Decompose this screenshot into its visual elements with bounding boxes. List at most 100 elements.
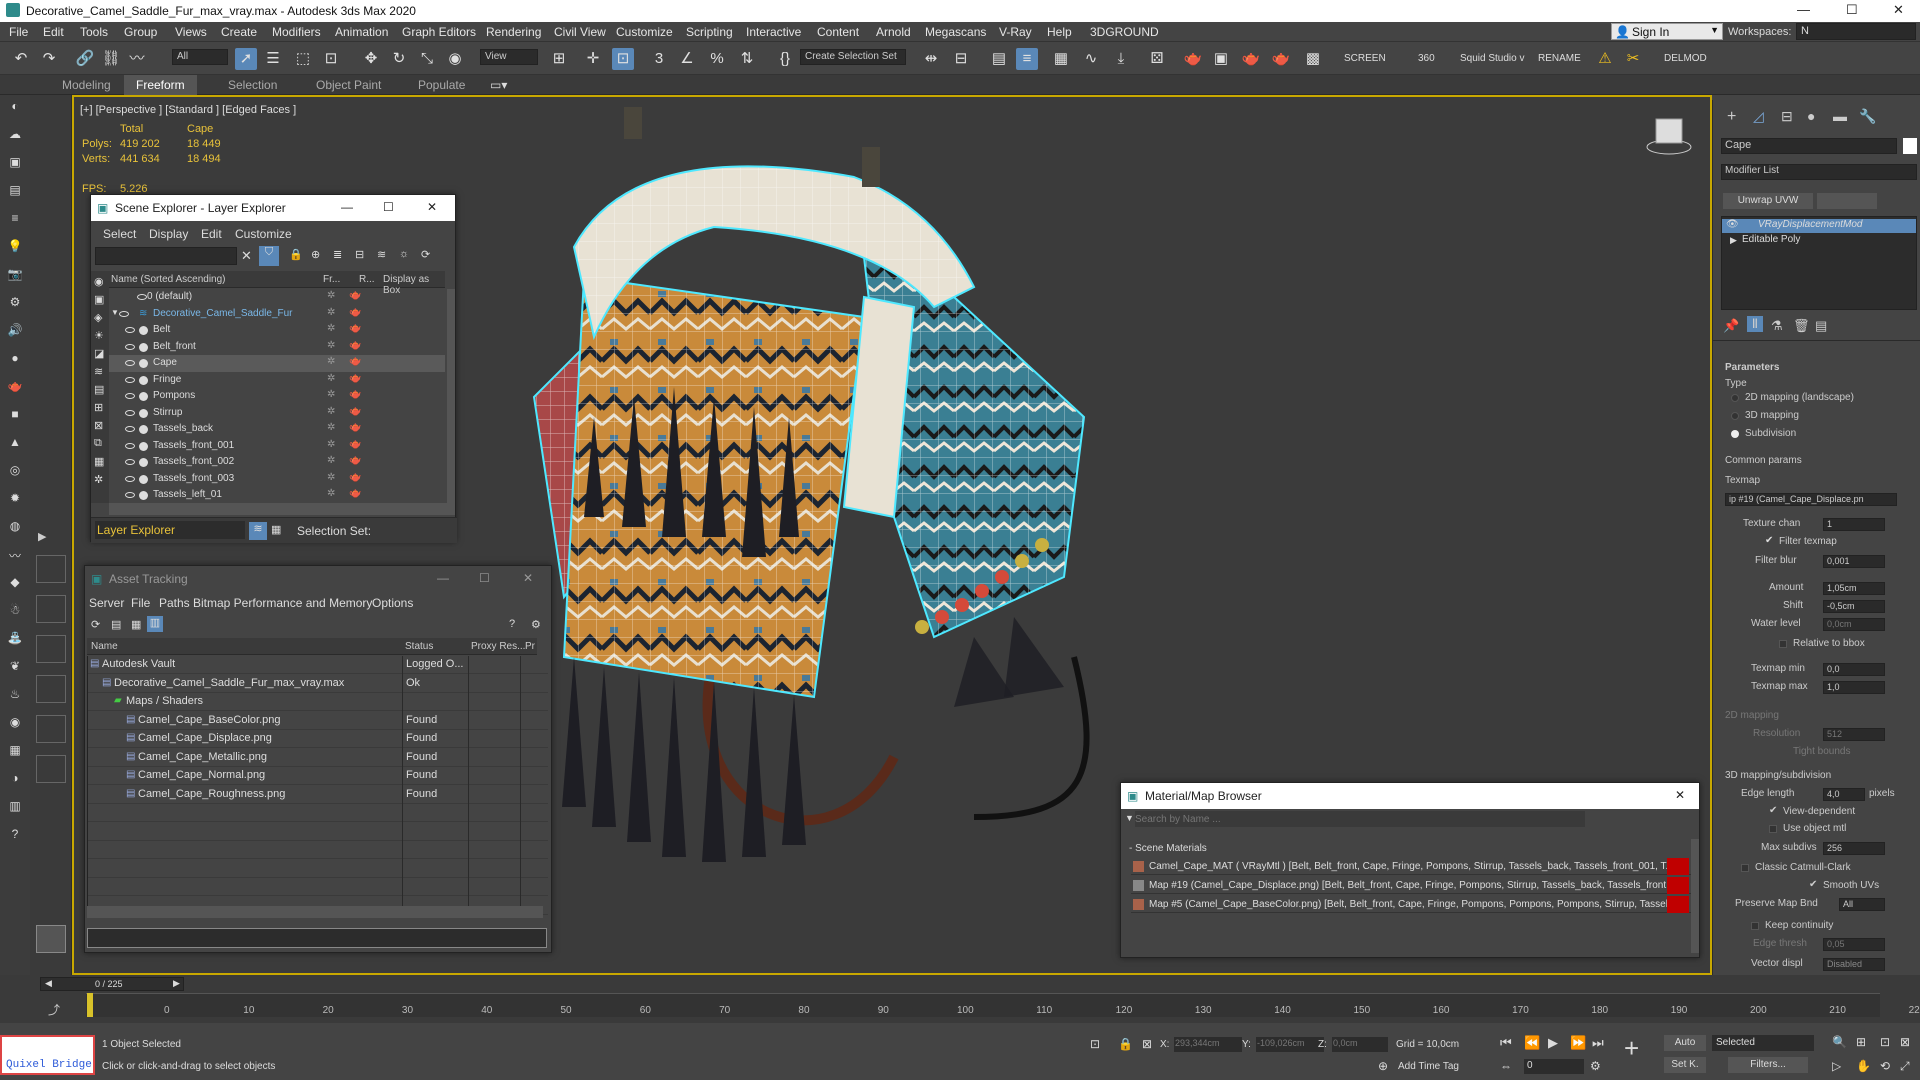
isolate-icon[interactable]: ⊡ — [1090, 1037, 1100, 1051]
goto-start-icon[interactable]: ⏮ — [1500, 1035, 1512, 1051]
layer-explorer-toggle-icon[interactable]: ≡ — [1016, 48, 1038, 70]
show-end-result-icon[interactable]: Ⅱ — [1747, 316, 1763, 332]
visibility-eye-icon[interactable] — [125, 343, 135, 350]
box-icon[interactable]: ■ — [6, 407, 24, 425]
prev-key-icon[interactable]: ⏪ — [1524, 1035, 1540, 1051]
object-row[interactable]: Pompons ✲ 🫖 — [109, 388, 445, 405]
play-icon[interactable]: ▶ — [1548, 1035, 1558, 1051]
asset-row[interactable]: ▤ Camel_Cape_Normal.png Found — [88, 767, 548, 785]
window-crossing-icon[interactable]: ⊡ — [320, 48, 342, 70]
percent-snap-icon[interactable]: % — [706, 48, 728, 70]
reference-coord-dropdown[interactable]: View — [480, 49, 538, 65]
asset-path-field[interactable] — [87, 928, 547, 948]
leaf-icon[interactable]: ❦ — [6, 659, 24, 677]
fountain-icon[interactable]: ⛲ — [6, 631, 24, 649]
rename-button[interactable]: RENAME — [1538, 53, 1581, 64]
key-filters-button[interactable]: Filters... — [1728, 1057, 1808, 1073]
menu-civil-view[interactable]: Civil View — [554, 25, 606, 39]
select-manipulate-icon[interactable]: ✛ — [582, 48, 604, 70]
next-key-icon[interactable]: ⏩ — [1570, 1035, 1586, 1051]
render-production-icon[interactable]: 🫖 — [1240, 48, 1262, 70]
object-row[interactable]: Stirrup ✲ 🫖 — [109, 405, 445, 422]
render-teapot-icon[interactable]: 🫖 — [349, 290, 361, 301]
list-icon[interactable]: ≡ — [6, 211, 24, 229]
fov-icon[interactable]: ▷ — [1832, 1059, 1841, 1073]
texmap-min-spinner[interactable]: 0,0 — [1823, 663, 1885, 676]
render-teapot-icon[interactable]: 🫖 — [349, 422, 361, 433]
minimize-button[interactable]: — — [1797, 2, 1810, 17]
radio-2d-mapping[interactable] — [1731, 394, 1739, 402]
keyboard-shortcut-icon[interactable]: ⊡ — [612, 48, 634, 70]
object-row[interactable]: Fringe ✲ 🫖 — [109, 372, 445, 389]
side-light-icon[interactable]: ☀ — [94, 329, 104, 342]
browser-scrollbar[interactable] — [1691, 839, 1699, 953]
freeze-icon[interactable]: ✲ — [327, 323, 335, 334]
list-view-icon[interactable]: ▤ — [111, 618, 121, 631]
explorer-menu-edit[interactable]: Edit — [201, 227, 222, 241]
menu-group[interactable]: Group — [124, 25, 157, 39]
render-teapot-icon[interactable]: 🫖 — [349, 356, 361, 367]
time-slider[interactable]: ◀ 0 / 225 ▶ — [40, 977, 184, 991]
asset-menu-paths[interactable]: Paths — [159, 596, 190, 610]
edit-named-sel-icon[interactable]: {} — [774, 48, 796, 70]
warning-icon[interactable]: ⚠ — [1594, 48, 1616, 70]
hierarchy-tab-icon[interactable]: ⊟ — [1781, 108, 1793, 125]
sound-icon[interactable]: 🔊 — [6, 323, 24, 341]
texmap-button[interactable]: ip #19 (Camel_Cape_Displace.pn — [1725, 493, 1897, 506]
render-teapot-icon[interactable]: 🫖 — [349, 439, 361, 450]
absolute-mode-icon[interactable]: ⊠ — [1142, 1037, 1152, 1051]
menu-create[interactable]: Create — [221, 25, 257, 39]
modify-tab-icon[interactable]: ◿ — [1753, 108, 1764, 125]
maximize-viewport-icon[interactable]: ⤢ — [1900, 1059, 1910, 1074]
asset-h-scrollbar[interactable] — [87, 906, 543, 918]
layout-tab-3[interactable] — [36, 635, 66, 663]
view-dependent-checkbox[interactable]: ✔ — [1769, 805, 1777, 816]
cone-icon[interactable]: ▲ — [6, 435, 24, 453]
explorer-search-input[interactable] — [95, 247, 237, 265]
star-icon[interactable]: ✹ — [6, 491, 24, 509]
unwrap-uvw-button[interactable]: Unwrap UVW — [1723, 193, 1813, 209]
zoom-extents-icon[interactable]: ⊡ — [1880, 1035, 1890, 1049]
screen-button[interactable]: SCREEN — [1344, 53, 1386, 64]
explorer-menu-display[interactable]: Display — [149, 227, 188, 241]
refresh-icon[interactable]: ⟳ — [91, 618, 100, 631]
scissors-icon[interactable]: ✂ — [1622, 48, 1644, 70]
spinner-snap-icon[interactable]: ⇅ — [736, 48, 758, 70]
v360-button[interactable]: 360 — [1418, 53, 1435, 64]
parameters-rollout[interactable]: Parameters — [1725, 362, 1779, 373]
undo-icon[interactable]: ↶ — [10, 48, 32, 70]
asset-menu-bitmap-performance[interactable]: Bitmap Performance and Memory — [193, 596, 372, 610]
z-coord-field[interactable]: 0,0cm — [1332, 1037, 1388, 1052]
tab-object-paint[interactable]: Object Paint — [316, 78, 381, 92]
pan-icon[interactable]: ✋ — [1856, 1059, 1871, 1073]
expand-arrow-icon[interactable]: ▶ — [38, 530, 46, 543]
render-teapot-icon[interactable]: 🫖 — [349, 389, 361, 400]
asset-row[interactable]: ▤ Decorative_Camel_Saddle_Fur_max_vray.ma… — [88, 675, 548, 693]
track-bar[interactable] — [86, 993, 1880, 1017]
wave-icon[interactable]: 〰 — [6, 547, 24, 565]
freeze-icon[interactable]: ✲ — [327, 290, 335, 301]
scene-materials-section[interactable]: - Scene Materials — [1129, 843, 1207, 854]
layout-tab-5[interactable] — [36, 715, 66, 743]
render-teapot-icon[interactable]: 🫖 — [349, 307, 361, 318]
classic-cc-checkbox[interactable] — [1741, 864, 1749, 872]
material-search-input[interactable] — [1135, 811, 1585, 827]
next-frame-icon[interactable]: ▶ — [173, 978, 180, 989]
explorer-scrollbar[interactable] — [447, 289, 455, 503]
settings-icon[interactable]: ⚙ — [531, 618, 541, 631]
selection-filter-dropdown[interactable]: All — [172, 49, 228, 65]
material-editor-icon[interactable]: ⚄ — [1146, 48, 1168, 70]
asset-menu-server[interactable]: Server — [89, 596, 124, 610]
filter-icon[interactable]: ⛉ — [259, 246, 279, 266]
rendered-frame-icon[interactable]: ▣ — [1210, 48, 1232, 70]
asset-menu-file[interactable]: File — [131, 596, 150, 610]
side-bone-icon[interactable]: ⧉ — [94, 437, 102, 450]
redo-icon[interactable]: ↷ — [38, 48, 60, 70]
layer-row[interactable]: 0 (default) ✲ 🫖 — [109, 289, 445, 306]
asset-row[interactable]: ▤ Camel_Cape_BaseColor.png Found — [88, 712, 548, 730]
time-config-icon[interactable]: ⚙ — [1590, 1059, 1601, 1073]
amount-spinner[interactable]: 1,05cm — [1823, 582, 1885, 595]
freeze-icon[interactable]: ✲ — [327, 307, 335, 318]
layers-toggle-icon[interactable]: ≋ — [249, 522, 267, 540]
select-by-name-icon[interactable]: ☰ — [262, 48, 284, 70]
